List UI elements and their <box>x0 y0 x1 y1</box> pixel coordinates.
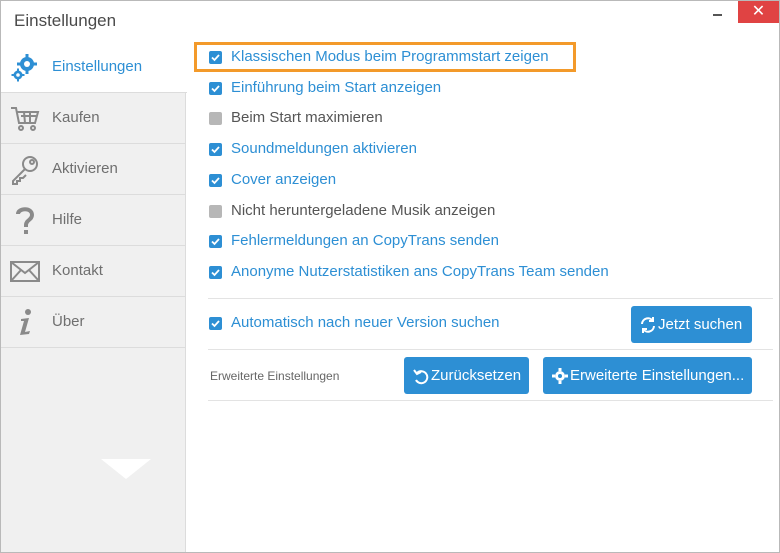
checkbox[interactable] <box>209 112 222 125</box>
refresh-icon <box>639 316 657 334</box>
sidebar-item-label: Kaufen <box>52 109 100 126</box>
close-button[interactable]: ✕ <box>738 1 779 23</box>
title-bar: Einstellungen ✕ <box>1 1 779 41</box>
sidebar-item-label: Aktivieren <box>52 160 118 177</box>
sidebar-item-label: Über <box>52 313 85 330</box>
checkbox[interactable] <box>209 317 222 330</box>
checkbox[interactable] <box>209 51 222 64</box>
check-now-button[interactable]: Jetzt suchen <box>631 306 752 343</box>
option-label: Anonyme Nutzerstatistiken ans CopyTrans … <box>231 263 609 280</box>
divider <box>208 400 773 401</box>
key-icon <box>9 153 41 185</box>
reset-button[interactable]: Zurücksetzen <box>404 357 529 394</box>
sidebar-item-ueber[interactable]: Über <box>1 297 185 348</box>
button-label: Erweiterte Einstellungen... <box>570 367 745 384</box>
advanced-section-label: Erweiterte Einstellungen <box>210 369 340 383</box>
option-label: Fehlermeldungen an CopyTrans senden <box>231 232 499 249</box>
sidebar-item-label: Einstellungen <box>52 58 143 75</box>
minimize-button[interactable] <box>705 1 731 23</box>
sidebar-item-hilfe[interactable]: Hilfe <box>1 195 185 246</box>
option-label: Klassischen Modus beim Programmstart zei… <box>231 48 549 65</box>
sidebar-item-label: Hilfe <box>52 211 83 228</box>
gears-icon <box>9 51 41 83</box>
option-label: Nicht heruntergeladene Musik anzeigen <box>231 202 496 219</box>
envelope-icon <box>9 255 41 287</box>
checkbox[interactable] <box>209 143 222 156</box>
sidebar-item-einstellungen[interactable]: Einstellungen <box>1 42 187 93</box>
button-label: Zurücksetzen <box>431 367 522 384</box>
question-icon <box>9 204 41 236</box>
sidebar-item-label: Kontakt <box>52 262 103 279</box>
sidebar-item-kontakt[interactable]: Kontakt <box>1 246 185 297</box>
option-label: Beim Start maximieren <box>231 109 383 126</box>
gear-icon <box>551 367 569 385</box>
sidebar: Einstellungen Kaufen Aktivieren Hilfe Ko… <box>1 42 187 552</box>
option-label: Automatisch nach neuer Version suchen <box>231 314 500 331</box>
window-title: Einstellungen <box>14 11 117 30</box>
option-label: Cover anzeigen <box>231 171 337 188</box>
advanced-settings-button[interactable]: Erweiterte Einstellungen... <box>543 357 752 394</box>
checkbox[interactable] <box>209 205 222 218</box>
sidebar-item-aktivieren[interactable]: Aktivieren <box>1 144 185 195</box>
settings-window: Einstellungen ✕ Einstellungen Kaufen Akt… <box>0 0 780 553</box>
button-label: Jetzt suchen <box>658 316 743 333</box>
option-label: Einführung beim Start anzeigen <box>231 79 442 96</box>
settings-panel: Klassischen Modus beim Programmstart zei… <box>188 42 779 552</box>
cart-icon <box>9 102 41 134</box>
divider <box>208 349 773 350</box>
divider <box>208 298 773 299</box>
undo-icon <box>412 367 430 385</box>
checkbox[interactable] <box>209 235 222 248</box>
info-icon <box>9 306 41 338</box>
checkbox[interactable] <box>209 174 222 187</box>
checkbox[interactable] <box>209 82 222 95</box>
checkbox[interactable] <box>209 266 222 279</box>
sidebar-item-kaufen[interactable]: Kaufen <box>1 93 185 144</box>
sidebar-arrow-decoration <box>101 459 151 479</box>
option-label: Soundmeldungen aktivieren <box>231 140 417 157</box>
